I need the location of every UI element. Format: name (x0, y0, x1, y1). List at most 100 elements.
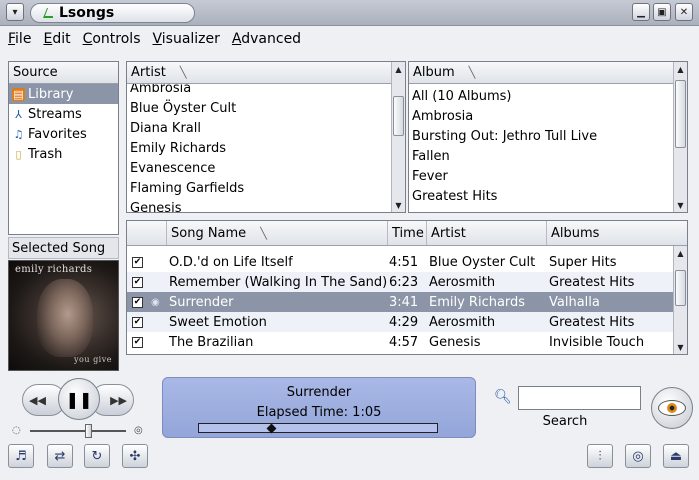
album-item[interactable]: All (10 Albums) (409, 86, 673, 106)
transport-controls: ◀◀ ▶▶ ❚❚ (22, 378, 134, 422)
song-checkbox[interactable]: ✔ (132, 336, 143, 348)
add-music-button[interactable]: ♬ (8, 444, 34, 468)
shuffle-icon: ⇄ (54, 448, 66, 464)
artist-item[interactable]: Emily Richards (127, 138, 391, 158)
album-item[interactable]: Fever (409, 166, 673, 186)
menu-file[interactable]: File (6, 30, 33, 48)
menu-bar: File Edit Controls Visualizer Advanced (0, 27, 699, 51)
cover-artist-text: emily richards (15, 264, 93, 275)
source-header[interactable]: Source (9, 62, 118, 84)
check-column-header[interactable] (127, 221, 167, 245)
lsongs-logo-icon (43, 8, 53, 18)
song-row[interactable]: ✔ Sweet Emotion 4:29 Aerosmith Greatest … (127, 312, 673, 332)
search-input[interactable] (518, 386, 641, 410)
scroll-up-icon[interactable]: ▲ (392, 62, 405, 76)
sort-indicator-icon: ╲ (179, 66, 187, 79)
artist-item[interactable]: Genesis (127, 198, 391, 213)
source-item-favorites[interactable]: ♫ Favorites (9, 124, 118, 144)
song-artist: Aerosmith (429, 314, 496, 330)
rewind-icon: ◀◀ (29, 393, 46, 407)
source-header-label: Source (13, 65, 58, 80)
song-time: 4:57 (389, 334, 419, 350)
cd-icon: ◎ (632, 448, 644, 464)
eject-icon: ⏏ (669, 448, 683, 464)
equalizer-button[interactable]: ⫶ (587, 444, 613, 468)
albums-header-label: Albums (551, 225, 600, 241)
progress-bar[interactable] (198, 423, 438, 434)
elapsed-time: Elapsed Time: 1:05 (256, 405, 382, 420)
repeat-button[interactable]: ↻ (84, 444, 110, 468)
volume-slider-track[interactable] (30, 430, 126, 432)
shuffle-button[interactable]: ⇄ (47, 444, 73, 468)
artist-item[interactable]: Ambrosia (127, 84, 391, 98)
song-row[interactable]: ✔ Remember (Walking In The Sand) 6:23 Ae… (127, 272, 673, 292)
eject-button[interactable]: ⏏ (663, 444, 689, 468)
minimize-icon[interactable]: ▁ (632, 3, 650, 21)
album-header[interactable]: Album ╲ (409, 62, 687, 84)
window-title: Lsongs (59, 5, 115, 21)
artist-header-label: Artist (431, 225, 466, 241)
source-item-trash[interactable]: ▯ Trash (9, 144, 118, 164)
song-name-column-header[interactable]: Song Name ╲ (167, 221, 388, 245)
source-item-label: Streams (28, 106, 82, 122)
song-checkbox[interactable]: ✔ (132, 316, 143, 328)
visualizer-button[interactable]: ✣ (122, 444, 148, 468)
artist-header-label: Artist (131, 65, 166, 80)
visualizer-eye-button[interactable] (651, 387, 693, 429)
albums-column-header[interactable]: Albums (547, 221, 675, 245)
window-menu-icon[interactable]: ▾ (6, 3, 24, 21)
scroll-down-icon[interactable]: ▼ (674, 340, 687, 354)
artist-item[interactable]: Flaming Garfields (127, 178, 391, 198)
scroll-down-icon[interactable]: ▼ (392, 198, 405, 212)
sparkle-icon: ✣ (129, 448, 141, 464)
artist-column-header[interactable]: Artist (427, 221, 547, 245)
album-item[interactable]: Greatest Hits (409, 186, 673, 206)
menu-visualizer[interactable]: Visualizer (150, 30, 221, 48)
scroll-up-icon[interactable]: ▲ (674, 62, 687, 76)
songs-scrollbar[interactable]: ▲ ▼ (673, 246, 687, 354)
album-scrollbar[interactable]: ▲ ▼ (673, 62, 687, 212)
volume-high-icon: ◎ (134, 425, 143, 436)
menu-advanced[interactable]: Advanced (230, 30, 303, 48)
volume-low-icon: ◌ (12, 425, 21, 436)
scroll-thumb[interactable] (675, 270, 686, 306)
scroll-thumb[interactable] (675, 80, 686, 148)
artist-header[interactable]: Artist ╲ (127, 62, 405, 84)
artist-item[interactable]: Evanescence (127, 158, 391, 178)
progress-position-marker[interactable] (266, 423, 277, 434)
song-name: Surrender (169, 294, 234, 310)
song-checkbox[interactable]: ✔ (132, 256, 143, 268)
menu-controls[interactable]: Controls (81, 30, 143, 48)
album-header-label: Album (413, 65, 455, 80)
song-name: Sweet Emotion (169, 314, 267, 330)
song-row-selected[interactable]: ✔ ◉ Surrender 3:41 Emily Richards Valhal… (127, 292, 673, 312)
song-row[interactable]: ✔ O.D.'d on Life Itself 4:51 Blue Öyster… (127, 252, 673, 272)
source-item-library[interactable]: ▤ Library (9, 84, 118, 104)
song-checkbox[interactable]: ✔ (132, 296, 143, 308)
favorites-icon: ♫ (13, 127, 24, 141)
source-item-label: Trash (28, 146, 63, 162)
artist-scrollbar[interactable]: ▲ ▼ (391, 62, 405, 212)
album-header-cell: Album ╲ (409, 62, 675, 83)
song-album: Invisible Touch (549, 334, 645, 350)
album-item[interactable]: Ambrosia (409, 106, 673, 126)
artist-item[interactable]: Blue Öyster Cult (127, 98, 391, 118)
album-item[interactable]: Fallen (409, 146, 673, 166)
close-icon[interactable]: ✕ (675, 3, 693, 21)
burn-cd-button[interactable]: ◎ (625, 444, 651, 468)
album-item[interactable]: Bursting Out: Jethro Tull Live (409, 126, 673, 146)
menu-edit[interactable]: Edit (41, 30, 72, 48)
time-column-header[interactable]: Time (388, 221, 427, 245)
source-item-streams[interactable]: ⅄ Streams (9, 104, 118, 124)
artist-item[interactable]: Diana Krall (127, 118, 391, 138)
volume-slider-handle[interactable] (85, 424, 92, 438)
song-checkbox[interactable]: ✔ (132, 276, 143, 288)
equalizer-icon: ⫶ (598, 448, 602, 464)
maximize-icon[interactable]: ▣ (653, 3, 671, 21)
song-row[interactable]: ✔ The Brazilian 4:57 Genesis Invisible T… (127, 332, 673, 352)
scroll-down-icon[interactable]: ▼ (674, 198, 687, 212)
scroll-thumb[interactable] (393, 96, 404, 136)
song-artist: Genesis (429, 334, 481, 350)
scroll-up-icon[interactable]: ▲ (674, 246, 687, 260)
pause-button[interactable]: ❚❚ (58, 378, 100, 420)
